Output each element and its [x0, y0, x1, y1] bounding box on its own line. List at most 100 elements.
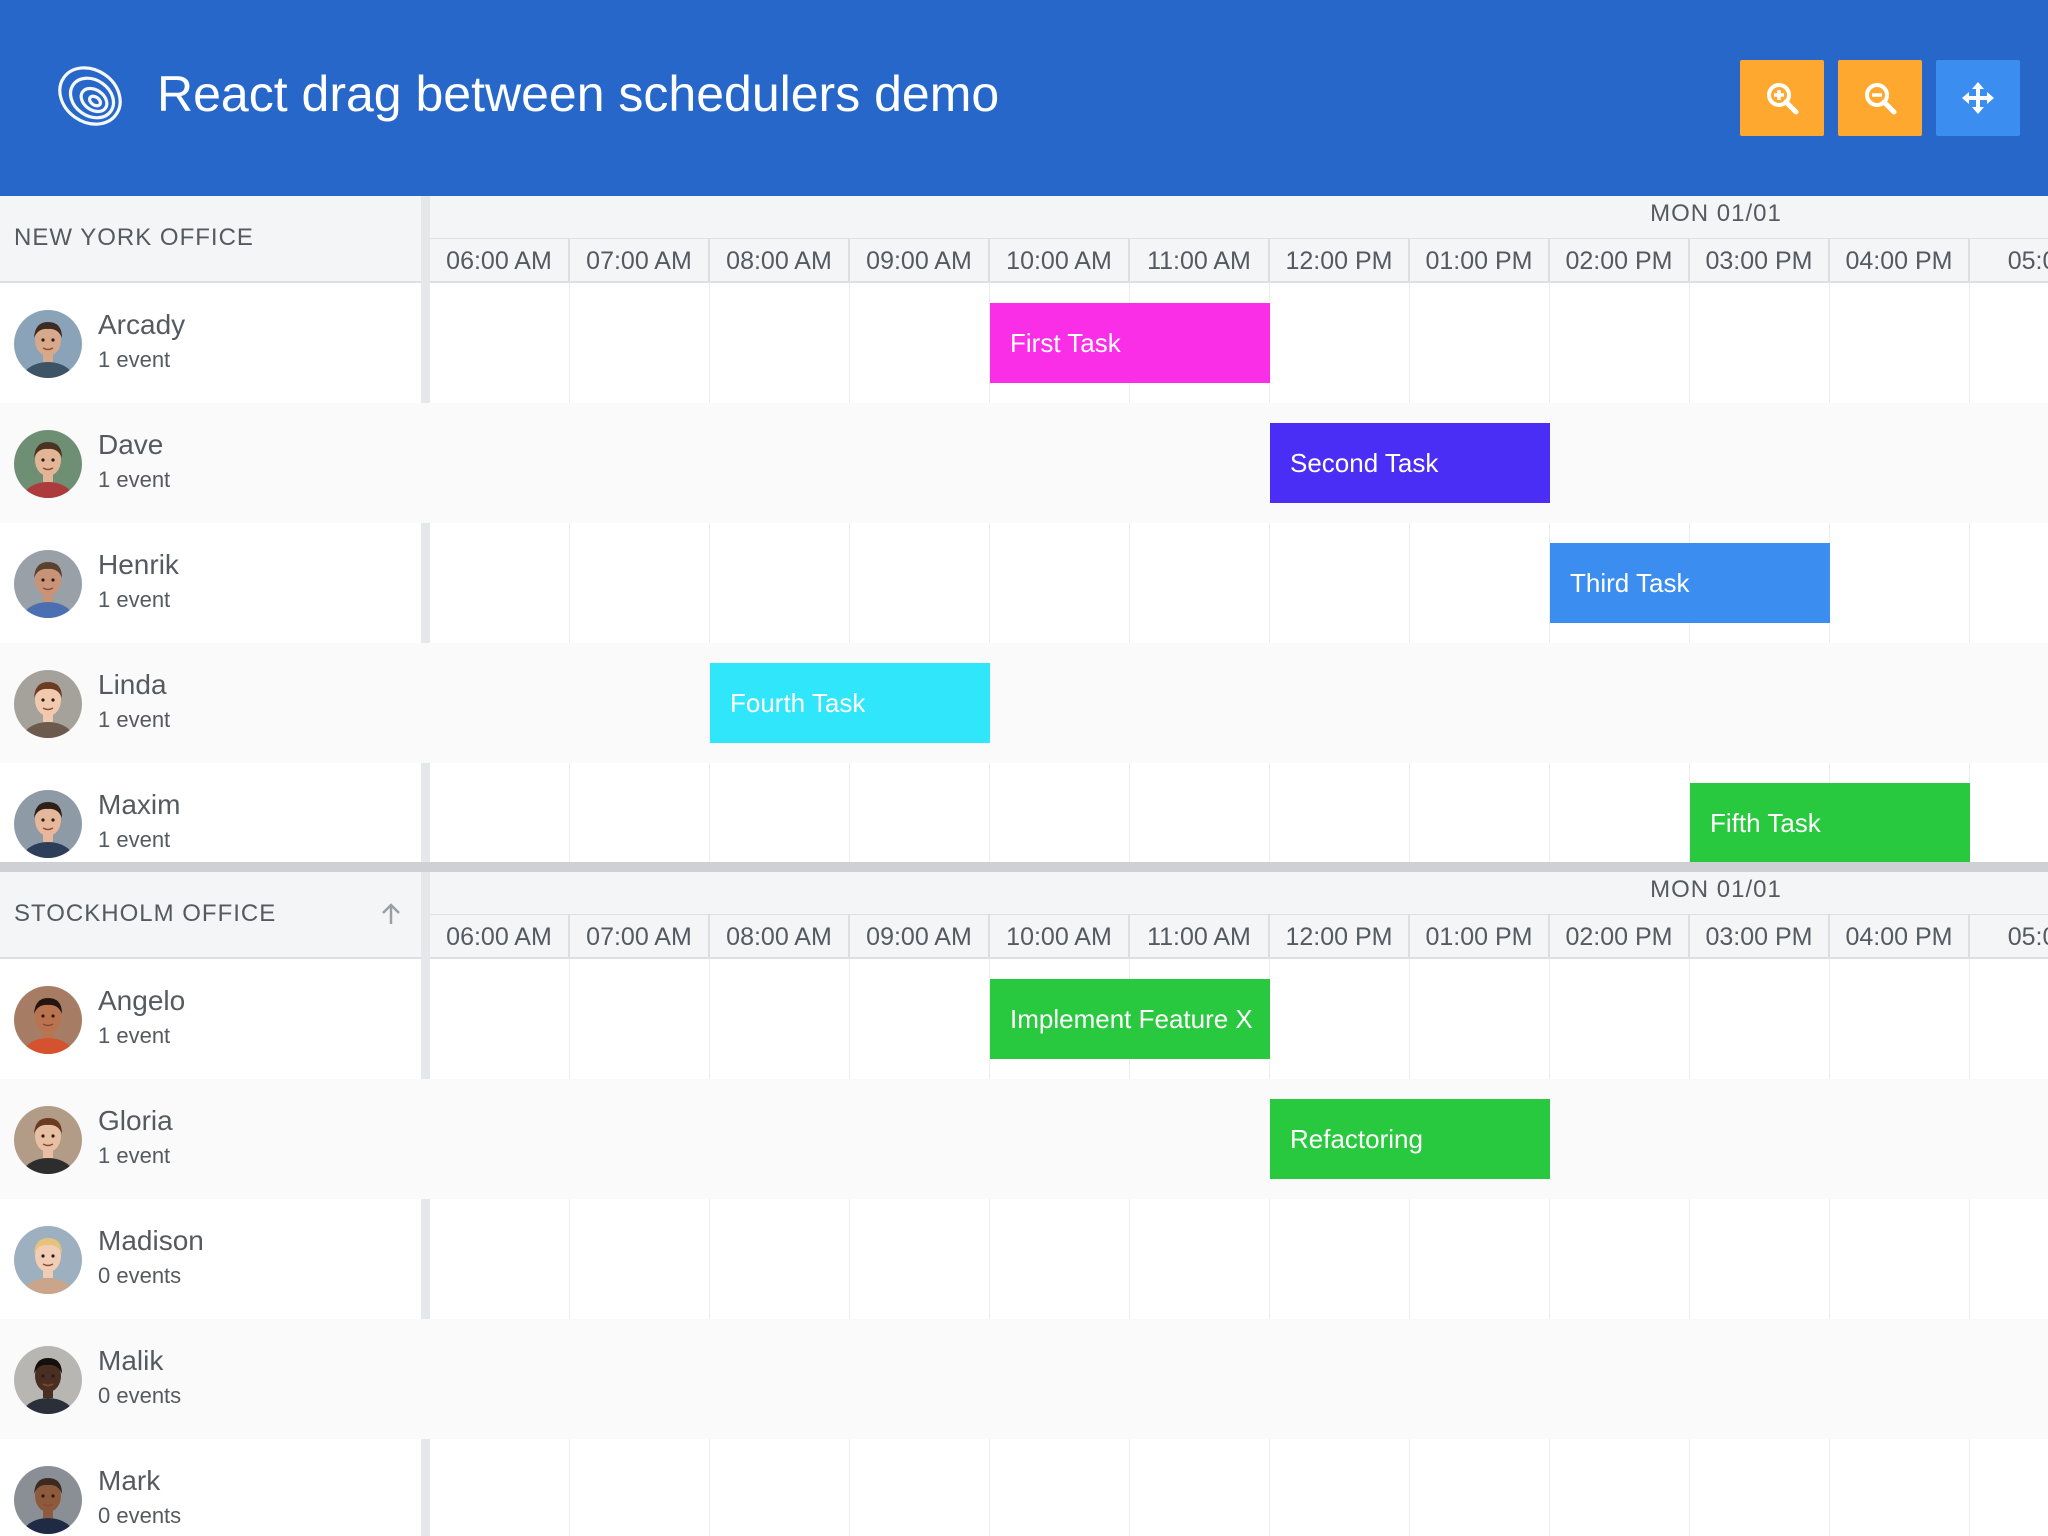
timeaxis-hour-cell: 05:00	[1970, 915, 2048, 959]
timeaxis-hours: 06:00 AM 07:00 AM 08:00 AM 09:00 AM 10:00 AM…	[430, 914, 2048, 959]
resource-cell[interactable]: Madison 0 events	[0, 1199, 421, 1319]
resource-event-count: 1 event	[98, 1023, 171, 1048]
timeaxis-date: MON 01/01	[1650, 876, 1782, 903]
timeaxis-header: MON 01/01 06:00 AM 07:00 AM 08:00 AM 09:00 …	[430, 196, 2048, 283]
resource-name: Malik	[98, 1345, 164, 1376]
event-bar[interactable]: Implement Feature X	[990, 979, 1270, 1059]
resource-event-count: 0 events	[98, 1503, 182, 1528]
timeaxis-hour-cell: 12:00 PM	[1270, 239, 1410, 283]
panel-splitter[interactable]	[0, 862, 2048, 872]
timeaxis-hours: 06:00 AM 07:00 AM 08:00 AM 09:00 AM 10:00 AM…	[430, 238, 2048, 283]
avatar	[14, 1106, 82, 1174]
timeaxis-hour-cell: 02:00 PM	[1550, 239, 1690, 283]
resource-event-count: 0 events	[98, 1383, 182, 1408]
resource-row[interactable]: Linda 1 event	[0, 643, 2048, 763]
resource-name: Madison	[98, 1225, 204, 1256]
resource-name: Gloria	[98, 1105, 173, 1136]
event-bar[interactable]: Third Task	[1550, 543, 1830, 623]
avatar	[14, 1466, 82, 1534]
timeaxis-hour-cell: 03:00 PM	[1690, 915, 1830, 959]
timeaxis-hour-cell: 03:00 PM	[1690, 239, 1830, 283]
resource-column-header[interactable]: STOCKHOLM OFFICE	[0, 872, 421, 959]
avatar	[14, 1346, 82, 1414]
resource-row[interactable]: Malik 0 events	[0, 1319, 2048, 1439]
event-bar[interactable]: Refactoring	[1270, 1099, 1550, 1179]
zoom-out-icon	[1865, 83, 1897, 115]
resource-cell[interactable]: Linda 1 event	[0, 643, 421, 763]
resource-event-count: 1 event	[98, 587, 171, 612]
resource-name: Henrik	[98, 549, 179, 580]
resource-cell[interactable]: Dave 1 event	[0, 403, 421, 523]
timeaxis-hour-cell: 04:00 PM	[1830, 239, 1970, 283]
resource-event-count: 1 event	[98, 347, 171, 372]
resource-row[interactable]: Madison 0 events	[0, 1199, 2048, 1319]
event-bar[interactable]: Second Task	[1270, 423, 1550, 503]
resource-cell[interactable]: Maxim 1 event	[0, 763, 421, 862]
timeaxis-hour-cell: 07:00 AM	[570, 239, 710, 283]
zoom-in-button[interactable]	[1740, 60, 1824, 136]
bryntum-logo-icon	[50, 56, 124, 130]
resource-event-count: 1 event	[98, 707, 171, 732]
office-column-label: STOCKHOLM OFFICE	[14, 900, 277, 927]
avatar	[14, 550, 82, 618]
resource-event-count: 1 event	[98, 827, 171, 852]
timeaxis-hour-cell: 01:00 PM	[1410, 239, 1550, 283]
event-bar[interactable]: Fifth Task	[1690, 783, 1970, 862]
zoom-out-button[interactable]	[1838, 60, 1922, 136]
timeaxis-hour-cell: 12:00 PM	[1270, 915, 1410, 959]
timeaxis-header: MON 01/01 06:00 AM 07:00 AM 08:00 AM 09:00 …	[430, 872, 2048, 959]
resource-name: Mark	[98, 1465, 161, 1496]
resource-event-count: 1 event	[98, 467, 171, 492]
timeaxis-hour-cell: 11:00 AM	[1130, 239, 1270, 283]
avatar	[14, 310, 82, 378]
resource-event-count: 1 event	[98, 1143, 171, 1168]
timeaxis-hour-cell: 06:00 AM	[430, 915, 570, 959]
resource-cell[interactable]: Mark 0 events	[0, 1439, 421, 1536]
zoom-in-icon	[1767, 83, 1799, 115]
resource-row[interactable]: Gloria 1 event	[0, 1079, 2048, 1199]
timeaxis-hour-cell: 02:00 PM	[1550, 915, 1690, 959]
new-york-scheduler: NEW YORK OFFICE MON 01/01 06:00 AM 07:00 …	[0, 196, 2048, 862]
timeaxis-hour-cell: 10:00 AM	[990, 239, 1130, 283]
resource-row[interactable]: Mark 0 events	[0, 1439, 2048, 1536]
timeaxis-hour-cell: 01:00 PM	[1410, 915, 1550, 959]
timeaxis-hour-cell: 09:00 AM	[850, 239, 990, 283]
avatar	[14, 1226, 82, 1294]
timeaxis-hour-cell: 05:00	[1970, 239, 2048, 283]
resource-cell[interactable]: Henrik 1 event	[0, 523, 421, 643]
pan-button[interactable]	[1936, 60, 2020, 136]
resource-cell[interactable]: Arcady 1 event	[0, 283, 421, 403]
resource-column-header[interactable]: NEW YORK OFFICE	[0, 196, 421, 283]
office-column-label: NEW YORK OFFICE	[14, 224, 254, 251]
event-bar[interactable]: First Task	[990, 303, 1270, 383]
arrow-up-icon[interactable]	[380, 902, 402, 926]
stockholm-scheduler: STOCKHOLM OFFICE MON 01/01 06:00 AM 07:00…	[0, 872, 2048, 1536]
timeaxis-hour-cell: 06:00 AM	[430, 239, 570, 283]
resource-cell[interactable]: Malik 0 events	[0, 1319, 421, 1439]
timeaxis-hour-cell: 07:00 AM	[570, 915, 710, 959]
timeaxis-date: MON 01/01	[1650, 200, 1782, 227]
timeaxis-hour-cell: 09:00 AM	[850, 915, 990, 959]
resource-name: Dave	[98, 429, 164, 460]
resource-row[interactable]: Dave 1 event	[0, 403, 2048, 523]
avatar	[14, 790, 82, 858]
timeaxis-hour-cell: 10:00 AM	[990, 915, 1130, 959]
timeaxis-hour-cell: 11:00 AM	[1130, 915, 1270, 959]
app-header: React drag between schedulers demo	[0, 0, 2048, 196]
timeaxis-hour-cell: 04:00 PM	[1830, 915, 1970, 959]
resource-name: Linda	[98, 669, 167, 700]
resource-cell[interactable]: Angelo 1 event	[0, 959, 421, 1079]
avatar	[14, 986, 82, 1054]
resource-name: Maxim	[98, 789, 181, 820]
resource-name: Arcady	[98, 309, 186, 340]
resource-cell[interactable]: Gloria 1 event	[0, 1079, 421, 1199]
timeaxis-hour-cell: 08:00 AM	[710, 915, 850, 959]
avatar	[14, 430, 82, 498]
avatar	[14, 670, 82, 738]
resource-name: Angelo	[98, 985, 186, 1016]
page-title: React drag between schedulers demo	[157, 66, 1000, 122]
timeaxis-hour-cell: 08:00 AM	[710, 239, 850, 283]
move-icon	[1962, 82, 1994, 114]
resource-event-count: 0 events	[98, 1263, 182, 1288]
event-bar[interactable]: Fourth Task	[710, 663, 990, 743]
